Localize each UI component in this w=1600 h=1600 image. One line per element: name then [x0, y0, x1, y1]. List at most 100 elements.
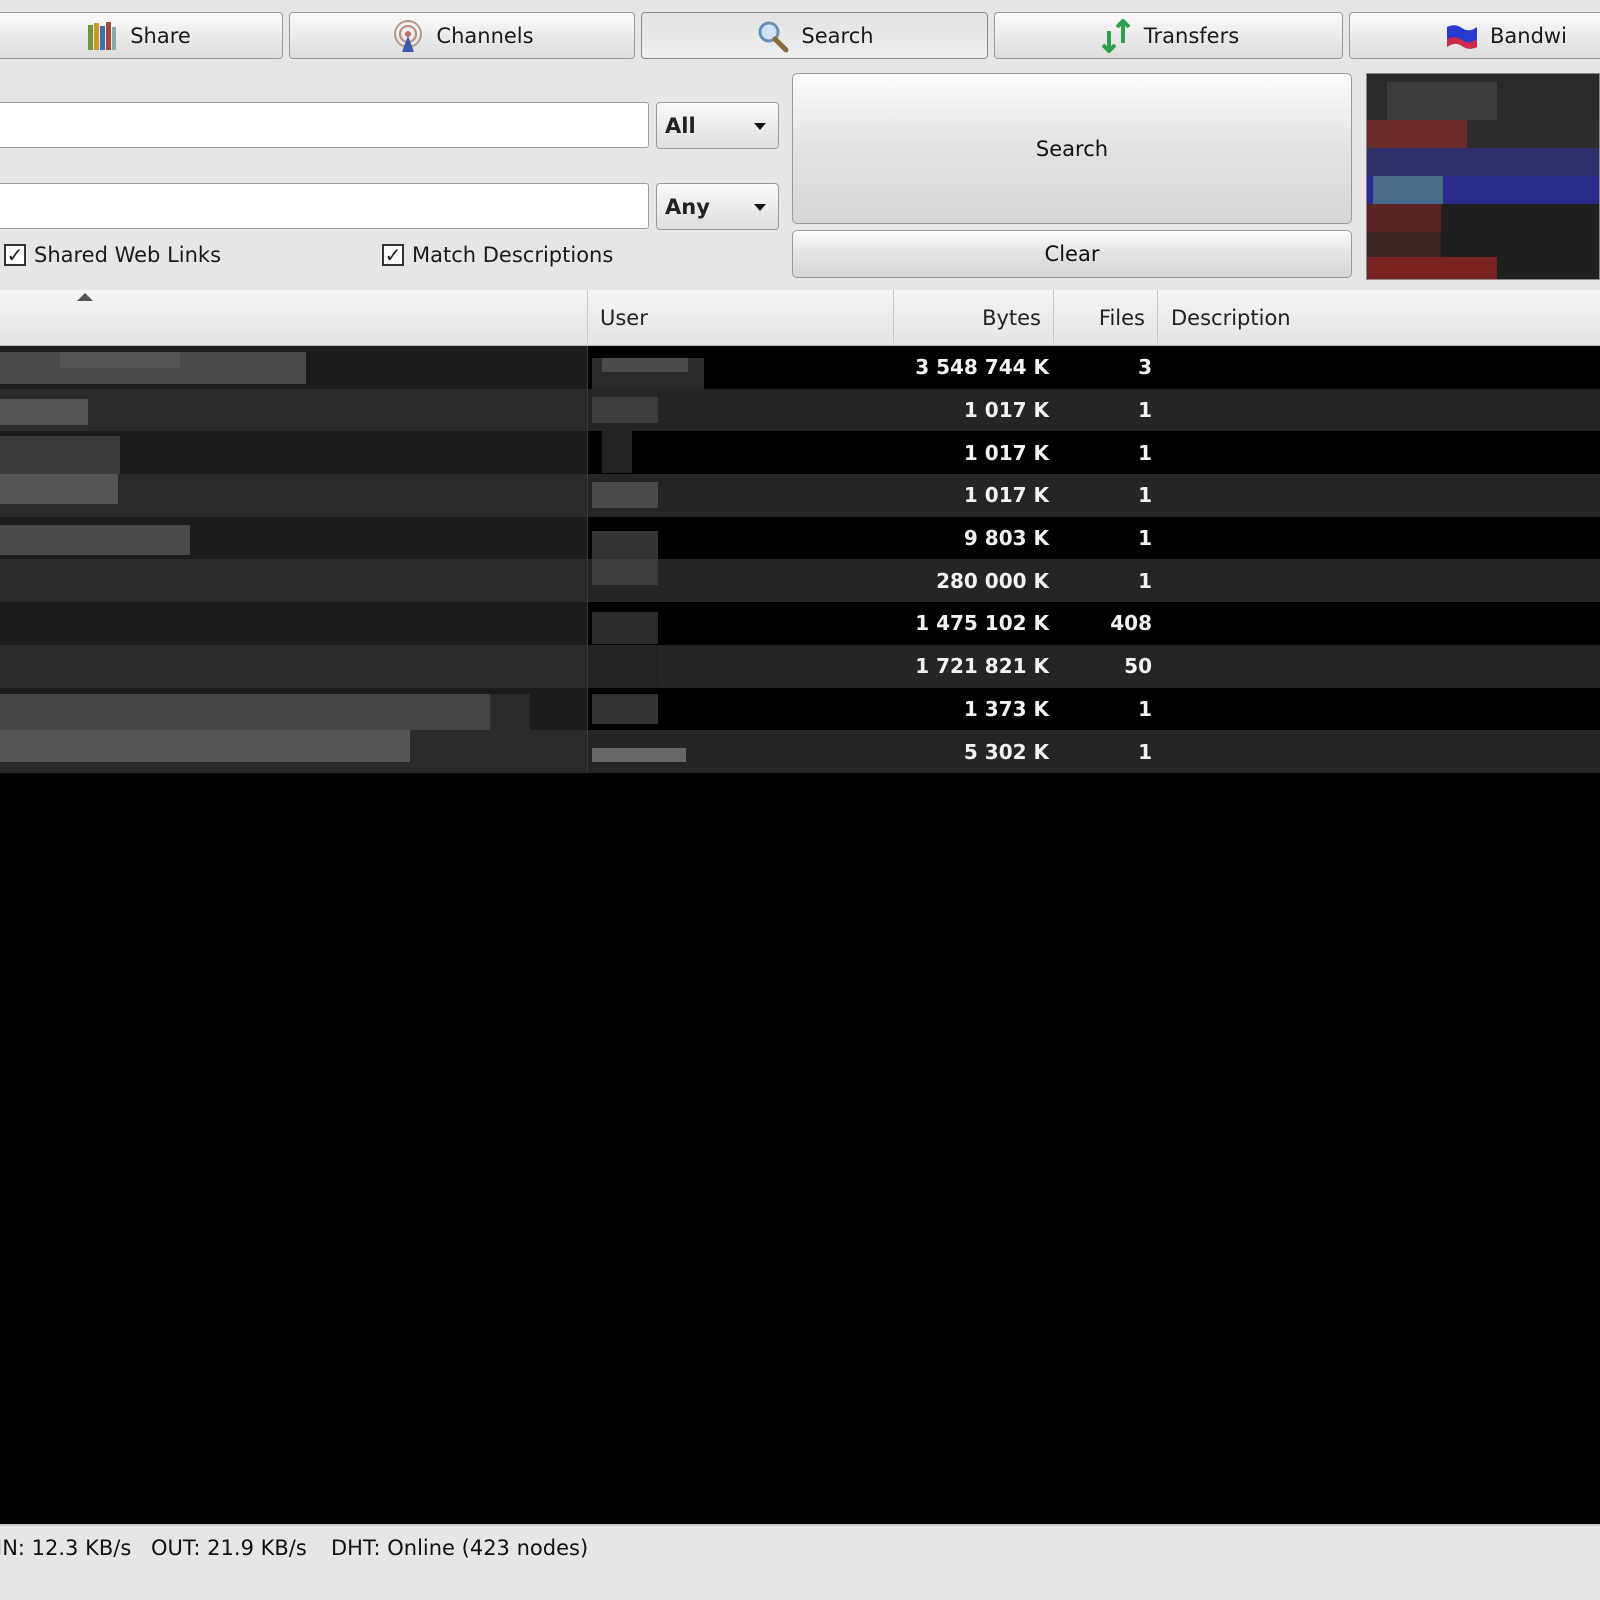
redacted-user-cell	[592, 559, 704, 602]
sort-ascending-icon	[77, 293, 93, 301]
files-cell: 3	[1138, 355, 1152, 380]
redacted-user-cell	[592, 730, 704, 773]
bytes-cell: 280 000 K	[936, 568, 1049, 593]
tab-label: Search	[801, 23, 874, 48]
column-header-bytes[interactable]: Bytes	[894, 290, 1054, 346]
table-row[interactable]: 9 803 K 1	[0, 516, 1600, 560]
tab-channels[interactable]: Channels	[289, 12, 635, 59]
table-row[interactable]: 280 000 K 1	[0, 559, 1600, 603]
redacted-user-cell	[592, 474, 704, 517]
search-button[interactable]: Search	[792, 73, 1352, 224]
files-cell: 1	[1138, 483, 1152, 508]
tab-transfers[interactable]: Transfers	[994, 12, 1343, 59]
table-row[interactable]: 1 017 K 1	[0, 388, 1600, 432]
table-row[interactable]: 5 302 K 1	[0, 730, 1600, 773]
results-table-header: User Bytes Files Description	[0, 290, 1600, 346]
bytes-cell: 1 373 K	[963, 696, 1049, 721]
files-cell: 1	[1138, 440, 1152, 465]
bytes-cell: 1 721 821 K	[915, 654, 1049, 679]
table-row[interactable]: 3 548 744 K 3	[0, 346, 1600, 389]
tab-label: Transfers	[1143, 23, 1240, 48]
bytes-cell: 1 475 102 K	[915, 611, 1049, 636]
redacted-user-cell	[592, 346, 704, 389]
column-header-label: Bytes	[982, 306, 1041, 330]
files-cell: 1	[1138, 526, 1152, 551]
bytes-cell: 9 803 K	[963, 526, 1049, 551]
redacted-name-cell	[0, 559, 588, 603]
search-panel: All Any ✓ Shared Web Links ✓ Match Descr…	[0, 68, 1600, 290]
files-cell: 1	[1138, 739, 1152, 764]
bytes-cell: 5 302 K	[963, 739, 1049, 764]
clear-button[interactable]: Clear	[792, 230, 1352, 278]
checkbox-checked-icon[interactable]: ✓	[382, 244, 404, 266]
redacted-user-cell	[592, 688, 704, 731]
size-select[interactable]: Any	[656, 183, 779, 230]
column-header-files[interactable]: Files	[1054, 290, 1158, 346]
tab-label: Channels	[436, 23, 534, 48]
redacted-user-cell	[592, 389, 704, 432]
match-descriptions-checkbox[interactable]: ✓ Match Descriptions	[382, 243, 613, 267]
type-select[interactable]: All	[656, 102, 779, 149]
redacted-user-cell	[592, 431, 704, 474]
redacted-name-cell	[0, 431, 588, 475]
shared-web-links-label: Shared Web Links	[34, 243, 222, 267]
tab-label: Share	[130, 23, 191, 48]
redacted-name-cell	[0, 474, 588, 517]
status-bar: IN: 12.3 KB/s OUT: 21.9 KB/s DHT: Online…	[0, 1524, 1600, 1600]
search-button-label: Search	[1035, 136, 1109, 161]
redacted-name-cell	[0, 687, 588, 731]
checkbox-checked-icon[interactable]: ✓	[4, 244, 26, 266]
status-dht: DHT: Online (423 nodes)	[331, 1536, 589, 1560]
magnifier-icon	[755, 18, 791, 54]
table-row[interactable]: 1 017 K 1	[0, 474, 1600, 517]
files-cell: 50	[1124, 654, 1152, 679]
chevron-down-icon	[754, 203, 766, 211]
tab-search[interactable]: Search	[641, 12, 988, 59]
column-header-label: User	[600, 306, 648, 330]
redacted-name-cell	[0, 644, 588, 688]
main-tab-bar: Share Channels Search Transfers Bandwi	[0, 0, 1600, 68]
books-icon	[84, 18, 120, 54]
files-cell: 408	[1110, 611, 1152, 636]
table-row[interactable]: 1 475 102 K 408	[0, 602, 1600, 645]
chevron-down-icon	[754, 122, 766, 130]
redacted-user-cell	[592, 602, 704, 645]
column-header-name[interactable]	[0, 290, 588, 346]
tab-label: Bandwi	[1490, 23, 1567, 48]
redacted-name-cell	[0, 602, 588, 645]
tab-share[interactable]: Share	[0, 12, 283, 59]
redacted-name-cell	[0, 730, 588, 773]
status-out-rate: OUT: 21.9 KB/s	[151, 1536, 307, 1560]
column-header-description[interactable]: Description	[1158, 290, 1600, 346]
flag-icon	[1444, 18, 1480, 54]
redacted-name-cell	[0, 388, 588, 432]
bytes-cell: 1 017 K	[963, 483, 1049, 508]
files-cell: 1	[1138, 568, 1152, 593]
tab-bandwidth[interactable]: Bandwi	[1349, 12, 1600, 59]
table-row[interactable]: 1 017 K 1	[0, 431, 1600, 475]
bytes-cell: 1 017 K	[963, 440, 1049, 465]
preview-thumbnail	[1366, 73, 1600, 280]
bytes-cell: 1 017 K	[963, 398, 1049, 423]
column-header-label: Description	[1171, 306, 1291, 330]
size-select-value: Any	[665, 194, 710, 219]
extension-filter-input[interactable]	[0, 183, 649, 229]
broadcast-icon	[390, 18, 426, 54]
shared-web-links-checkbox[interactable]: ✓ Shared Web Links	[4, 243, 221, 267]
column-header-label: Files	[1098, 306, 1145, 330]
redacted-name-cell	[0, 346, 588, 389]
table-row[interactable]: 1 721 821 K 50	[0, 644, 1600, 688]
files-cell: 1	[1138, 696, 1152, 721]
search-query-input[interactable]	[0, 102, 649, 148]
files-cell: 1	[1138, 398, 1152, 423]
table-row[interactable]: 1 373 K 1	[0, 687, 1600, 731]
status-in-rate: IN: 12.3 KB/s	[0, 1536, 132, 1560]
bytes-cell: 3 548 744 K	[915, 355, 1049, 380]
results-table-body: 3 548 744 K 3 1 017 K 1 1 017 K 1 1 017 …	[0, 346, 1600, 773]
redacted-user-cell	[592, 517, 704, 560]
match-descriptions-label: Match Descriptions	[412, 243, 614, 267]
up-down-arrows-icon	[1098, 18, 1134, 54]
column-header-user[interactable]: User	[588, 290, 894, 346]
redacted-name-cell	[0, 516, 588, 560]
clear-button-label: Clear	[1044, 242, 1100, 266]
